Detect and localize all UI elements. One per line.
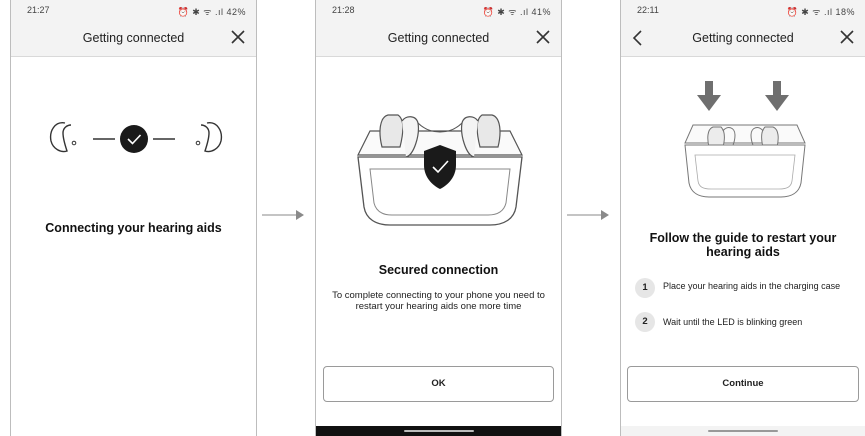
down-arrow-icon: [697, 81, 789, 111]
step-text: Wait until the LED is blinking green: [663, 317, 803, 327]
check-badge: [120, 125, 148, 153]
step-number: 2: [635, 312, 655, 332]
home-indicator[interactable]: [708, 430, 778, 432]
page-title: Getting connected: [82, 31, 185, 45]
step-number: 1: [635, 278, 655, 298]
close-icon[interactable]: [837, 27, 857, 47]
system-nav-bar: [316, 426, 561, 436]
screen-description: To complete connecting to your phone you…: [332, 290, 545, 312]
home-indicator[interactable]: [403, 430, 474, 432]
status-time: 22:11: [637, 5, 659, 15]
hearing-aids-connecting-illustration: [49, 122, 223, 153]
screen-heading: Secured connection: [378, 263, 499, 277]
continue-button[interactable]: Continue: [627, 366, 859, 402]
content: Connecting your hearing aids: [11, 57, 256, 436]
screen-heading: Follow the guide to restart your hearing…: [649, 231, 837, 259]
status-icons: ⏰ ✱ ᯤ .ıl 41%: [482, 7, 551, 17]
content: Follow the guide to restart your hearing…: [621, 57, 865, 436]
status-icons: ⏰ ✱ ᯤ .ıl 42%: [177, 7, 246, 17]
page-title: Getting connected: [387, 31, 490, 45]
status-icons: ⏰ ✱ ᯤ .ıl 18%: [786, 7, 855, 17]
status-bar: 21:28 ⏰ ✱ ᯤ .ıl 41%: [316, 0, 561, 20]
app-bar: Getting connected: [11, 20, 256, 57]
screen-secured-connection: 21:28 ⏰ ✱ ᯤ .ıl 41% Getting connected Se…: [315, 0, 562, 436]
content: Secured connection To complete connectin…: [316, 57, 561, 436]
status-time: 21:28: [332, 5, 355, 15]
step-text: Place your hearing aids in the charging …: [663, 281, 841, 291]
close-icon[interactable]: [533, 27, 553, 47]
screen-restart-guide: 22:11 ⏰ ✱ ᯤ .ıl 18% Getting connected Fo…: [620, 0, 865, 436]
flow-arrow-icon: [567, 210, 609, 220]
charging-case-illustration: [357, 114, 523, 226]
list-item: 1 Place your hearing aids in the chargin…: [635, 278, 857, 300]
close-icon[interactable]: [228, 27, 248, 47]
system-nav-bar: [621, 426, 865, 436]
status-time: 21:27: [27, 5, 50, 15]
ok-button[interactable]: OK: [323, 366, 554, 402]
flow-arrow-icon: [262, 210, 304, 220]
restart-case-illustration: [684, 81, 806, 198]
status-bar: 22:11 ⏰ ✱ ᯤ .ıl 18%: [621, 0, 865, 20]
app-bar: Getting connected: [316, 20, 561, 57]
page-title: Getting connected: [692, 31, 794, 45]
status-bar: 21:27 ⏰ ✱ ᯤ .ıl 42%: [11, 0, 256, 20]
screen-connecting: 21:27 ⏰ ✱ ᯤ .ıl 42% Getting connected Co…: [10, 0, 257, 436]
list-item: 2 Wait until the LED is blinking green: [635, 312, 857, 334]
screen-heading: Connecting your hearing aids: [45, 221, 222, 235]
app-bar: Getting connected: [621, 20, 865, 57]
